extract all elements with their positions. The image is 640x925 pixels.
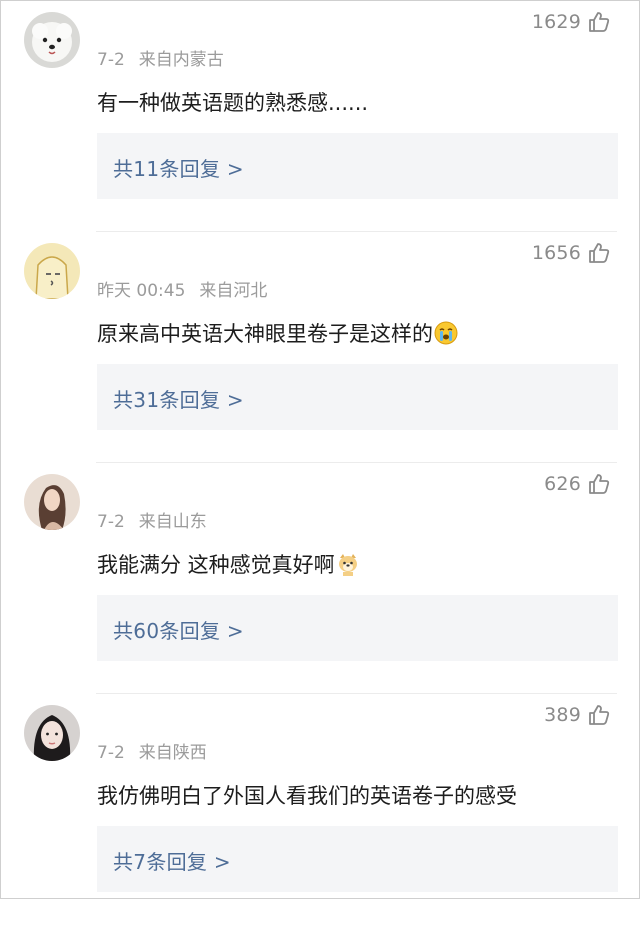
- comment-text-row: 我能满分 这种感觉真好啊: [97, 549, 360, 579]
- like-count: 1629: [531, 11, 581, 33]
- thumbs-up-icon: [587, 472, 611, 496]
- comment-meta: 7-2 来自陕西: [97, 738, 207, 763]
- avatar-woman-image: [24, 474, 80, 530]
- replies-link[interactable]: 共60条回复 >: [97, 595, 618, 661]
- thumbs-up-icon: [587, 10, 611, 34]
- crying-face-emoji-icon: [434, 321, 458, 345]
- comment-location: 来自河北: [199, 281, 268, 301]
- comment-location: 来自内蒙古: [138, 50, 224, 70]
- like-button[interactable]: 1656: [532, 241, 611, 265]
- like-count: 1656: [531, 242, 581, 264]
- avatar[interactable]: [24, 12, 80, 68]
- comment-item: 389 7-2 来自陕西 我仿佛明白了外国人看我们的英语卷子的感受 共7条回复 >: [1, 694, 639, 925]
- avatar-dog-image: [24, 12, 80, 68]
- comment-meta: 7-2 来自内蒙古: [97, 45, 224, 70]
- like-count: 626: [544, 473, 581, 495]
- thumbs-up-icon: [587, 703, 611, 727]
- comment-text: 我仿佛明白了外国人看我们的英语卷子的感受: [97, 784, 517, 808]
- comment-text-row: 原来高中英语大神眼里卷子是这样的: [97, 318, 458, 348]
- replies-label: 共60条回复 >: [113, 619, 244, 643]
- comment-date: 7-2: [97, 512, 125, 532]
- comment-item: 1629 7-2 来自内蒙古 有一种做英语题的熟悉感...... 共11条回复 >: [1, 1, 639, 232]
- comment-item: 1656 昨天 00:45 来自河北 原来高中英语大神眼里卷子是这样的 共31条回…: [1, 232, 639, 463]
- replies-link[interactable]: 共11条回复 >: [97, 133, 618, 199]
- like-button[interactable]: 1629: [532, 10, 611, 34]
- avatar[interactable]: [24, 243, 80, 299]
- comment-meta: 7-2 来自山东: [97, 507, 207, 532]
- comment-date: 7-2: [97, 743, 125, 763]
- like-button[interactable]: 389: [544, 703, 611, 727]
- like-button[interactable]: 626: [544, 472, 611, 496]
- avatar-cartoon-image: [24, 243, 80, 299]
- comment-location: 来自山东: [138, 512, 207, 532]
- comment-date: 昨天 00:45: [97, 281, 186, 301]
- thumbs-up-icon: [587, 241, 611, 265]
- comment-text: 原来高中英语大神眼里卷子是这样的: [97, 322, 433, 346]
- avatar-girl-image: [24, 705, 80, 761]
- replies-label: 共11条回复 >: [113, 157, 244, 181]
- comment-text: 有一种做英语题的熟悉感......: [97, 91, 369, 115]
- replies-link[interactable]: 共7条回复 >: [97, 826, 618, 892]
- comment-meta: 昨天 00:45 来自河北: [97, 276, 267, 301]
- replies-label: 共7条回复 >: [113, 850, 231, 874]
- avatar[interactable]: [24, 474, 80, 530]
- comment-date: 7-2: [97, 50, 125, 70]
- doge-emoji-icon: [336, 552, 360, 576]
- comment-item: 626 7-2 来自山东 我能满分 这种感觉真好啊 共60条回复 >: [1, 463, 639, 694]
- replies-link[interactable]: 共31条回复 >: [97, 364, 618, 430]
- like-count: 389: [544, 704, 581, 726]
- avatar[interactable]: [24, 705, 80, 761]
- comment-location: 来自陕西: [138, 743, 207, 763]
- comment-text: 我能满分 这种感觉真好啊: [97, 553, 335, 577]
- replies-label: 共31条回复 >: [113, 388, 244, 412]
